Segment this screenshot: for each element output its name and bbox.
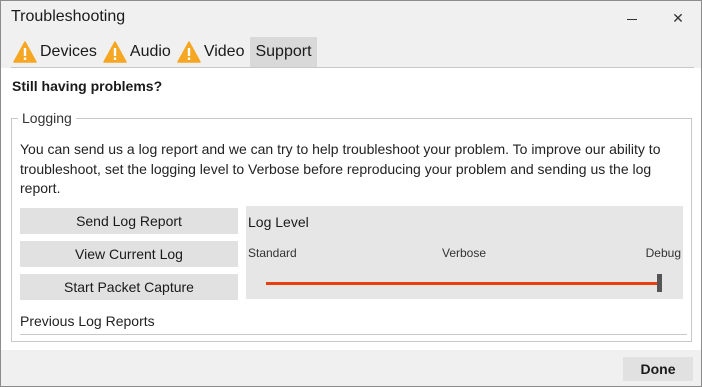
log-level-slider-thumb[interactable] <box>657 274 662 292</box>
logging-group: Logging You can send us a log report and… <box>11 110 692 342</box>
minimize-button[interactable] <box>609 1 655 35</box>
tab-support[interactable]: Support <box>250 37 317 67</box>
warning-icon <box>103 41 127 63</box>
troubleshooting-window: Troubleshooting ✕ Devices Audio Video Su… <box>0 0 702 387</box>
log-level-title: Log Level <box>248 214 309 230</box>
send-log-report-button[interactable]: Send Log Report <box>20 208 238 234</box>
tick-label-debug: Debug <box>645 246 681 260</box>
warning-icon <box>177 41 201 63</box>
window-title: Troubleshooting <box>11 8 126 25</box>
tab-strip: Devices Audio Video Support <box>11 37 317 67</box>
done-button[interactable]: Done <box>623 357 693 381</box>
title-bar: Troubleshooting ✕ <box>1 1 701 35</box>
tab-devices[interactable]: Devices <box>11 37 101 67</box>
warning-icon <box>13 41 37 63</box>
close-button[interactable]: ✕ <box>655 1 701 35</box>
tab-label: Devices <box>40 43 97 60</box>
tab-label: Support <box>255 43 312 60</box>
tick-label-standard: Standard <box>248 246 297 260</box>
view-current-log-button[interactable]: View Current Log <box>20 241 238 267</box>
previous-log-reports-label: Previous Log Reports <box>20 313 155 329</box>
log-level-panel: Log Level Standard Verbose Debug <box>246 206 683 299</box>
tick-label-verbose: Verbose <box>442 246 487 260</box>
tab-label: Audio <box>129 43 171 60</box>
log-level-slider-track[interactable] <box>266 282 658 285</box>
previous-log-reports-divider <box>20 334 687 335</box>
start-packet-capture-button[interactable]: Start Packet Capture <box>20 274 238 300</box>
tab-video[interactable]: Video <box>175 37 249 67</box>
tab-label: Video <box>203 43 245 60</box>
minimize-icon <box>627 18 637 20</box>
close-icon: ✕ <box>672 9 684 26</box>
tab-audio[interactable]: Audio <box>101 37 175 67</box>
page-title: Still having problems? <box>12 78 163 94</box>
support-panel: Still having problems? Logging You can s… <box>1 68 701 350</box>
logging-group-label: Logging <box>18 110 76 126</box>
logging-description: You can send us a log report and we can … <box>20 141 661 196</box>
